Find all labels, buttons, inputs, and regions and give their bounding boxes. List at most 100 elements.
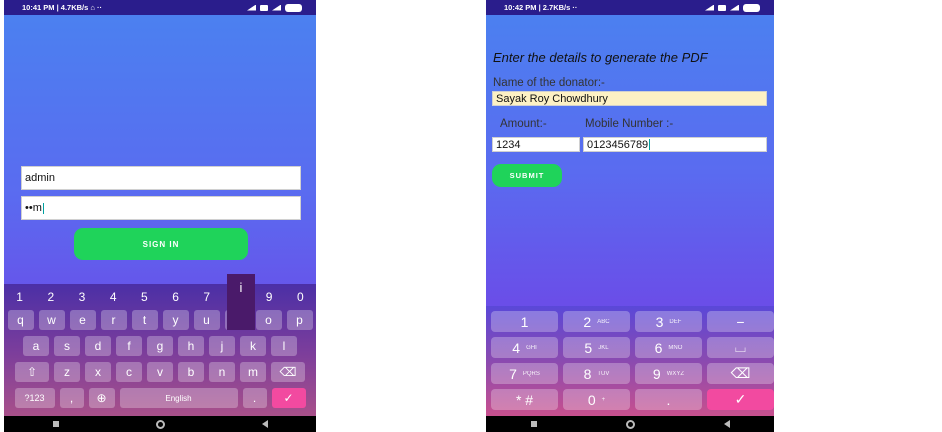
period-key[interactable]: . [242, 388, 267, 408]
backspace-key[interactable]: ⌫ [271, 362, 305, 382]
keypad-key[interactable]: . [635, 389, 702, 410]
notification-icons: ⌂ ·· [90, 3, 102, 12]
key-label: p [296, 313, 303, 327]
keyboard-row-q: qwertyuiop [4, 310, 316, 330]
letter-key[interactable]: e [69, 310, 96, 330]
keypad-key[interactable]: − [707, 311, 774, 332]
username-input[interactable]: admin [21, 166, 301, 190]
text-cursor [649, 139, 651, 150]
space-key[interactable]: English [119, 388, 238, 408]
number-key[interactable]: 7 [203, 290, 210, 304]
mobile-number-input[interactable]: 0123456789 [583, 137, 767, 152]
key-label: a [32, 339, 40, 353]
keypad-key[interactable]: * # [491, 389, 558, 410]
back-icon[interactable] [261, 420, 268, 428]
enter-key[interactable]: ✓ [271, 388, 306, 408]
keypad-key[interactable]: ⌫ [707, 363, 774, 384]
signal-icon [705, 4, 714, 11]
number-row: 1234567890 [4, 290, 316, 304]
keyboard-row-z: ⇧ z x c v b n m ⌫ [4, 362, 316, 382]
keypad-letters: GHI [526, 344, 537, 351]
keypad-key[interactable]: 1 [491, 311, 558, 332]
number-key[interactable]: 3 [79, 290, 86, 304]
text-cursor [42, 202, 44, 214]
number-key[interactable]: 5 [141, 290, 148, 304]
donor-name-value: Sayak Roy Chowdhury [496, 92, 608, 105]
recents-icon[interactable] [530, 421, 537, 427]
status-time: 10:41 PM | 4.7KB/s [22, 3, 89, 12]
letter-key[interactable]: v [147, 362, 173, 382]
globe-key[interactable]: ⊕ [88, 388, 115, 408]
keypad-key[interactable]: 2 ABC [563, 311, 630, 332]
amount-value: 1234 [496, 138, 521, 151]
keypad-key[interactable]: 3 DEF [635, 311, 702, 332]
letter-key[interactable]: r [100, 310, 127, 330]
comma-label: , [69, 391, 74, 405]
letter-key[interactable]: g [147, 336, 173, 356]
letter-key[interactable]: p [286, 310, 313, 330]
keypad-key[interactable]: 4 GHI [491, 337, 558, 358]
symbols-label: ?123 [24, 393, 45, 403]
keypad-digit: ⌫ [730, 365, 751, 381]
key-label: u [203, 313, 210, 327]
letter-key[interactable]: w [38, 310, 65, 330]
letter-key[interactable]: y [162, 310, 189, 330]
letter-key[interactable]: t [131, 310, 158, 330]
number-key[interactable]: 1 [16, 290, 23, 304]
shift-key[interactable]: ⇧ [15, 362, 49, 382]
letter-key[interactable]: h [178, 336, 204, 356]
number-key[interactable]: 9 [266, 290, 273, 304]
keypad-key[interactable]: ⌴ [707, 337, 774, 358]
donor-name-input[interactable]: Sayak Roy Chowdhury [492, 91, 767, 106]
letter-key[interactable]: a [23, 336, 49, 356]
letter-key[interactable]: f [116, 336, 142, 356]
letter-key[interactable]: n [209, 362, 235, 382]
keypad-letters: ABC [597, 318, 610, 325]
keypad-key[interactable]: 9 WXYZ [635, 363, 702, 384]
letter-key[interactable]: b [178, 362, 204, 382]
amount-input[interactable]: 1234 [492, 137, 580, 152]
letter-key[interactable]: j [209, 336, 235, 356]
symbols-key[interactable]: ?123 [14, 388, 55, 408]
letter-key[interactable]: s [54, 336, 80, 356]
keypad-key[interactable]: 7 PQRS [491, 363, 558, 384]
keyboard-row-a: asdfghjkl [4, 336, 316, 356]
letter-key[interactable]: z [54, 362, 80, 382]
recents-icon[interactable] [52, 421, 59, 427]
number-key[interactable]: 6 [172, 290, 179, 304]
password-input[interactable]: ••m [21, 196, 301, 220]
letter-key[interactable]: x [85, 362, 111, 382]
keypad-key[interactable]: ✓ [707, 389, 774, 410]
letter-key[interactable]: k [240, 336, 266, 356]
keypad-key[interactable]: 6 MNO [635, 337, 702, 358]
keypad-key[interactable]: 8 TUV [563, 363, 630, 384]
letter-key[interactable]: o [255, 310, 282, 330]
keypad-letters: TUV [597, 370, 610, 377]
keypad-letters: PQRS [522, 370, 540, 377]
keypad-letters: + [601, 396, 606, 403]
number-key[interactable]: 2 [47, 290, 54, 304]
volte-icon [260, 4, 268, 11]
keypad-key[interactable]: 5 JKL [563, 337, 630, 358]
keypad-key[interactable]: 0 + [563, 389, 630, 410]
key-preview-popup: i [227, 274, 255, 330]
number-key[interactable]: 4 [110, 290, 117, 304]
submit-button[interactable]: SUBMIT [492, 164, 562, 187]
username-value: admin [25, 172, 55, 184]
home-icon[interactable] [155, 419, 165, 429]
backspace-icon: ⌫ [279, 365, 297, 379]
letter-key[interactable]: q [7, 310, 34, 330]
back-icon[interactable] [723, 420, 730, 428]
letter-key[interactable]: d [85, 336, 111, 356]
sign-in-label: SIGN IN [142, 239, 180, 249]
letter-key[interactable]: u [193, 310, 220, 330]
comma-key[interactable]: , [59, 388, 84, 408]
sign-in-button[interactable]: SIGN IN [74, 228, 248, 260]
letter-key[interactable]: m [240, 362, 266, 382]
key-label: y [172, 313, 179, 327]
letter-key[interactable]: c [116, 362, 142, 382]
keypad-digit: 4 [512, 339, 521, 356]
number-key[interactable]: 0 [297, 290, 304, 304]
letter-key[interactable]: l [271, 336, 297, 356]
home-icon[interactable] [625, 419, 635, 429]
